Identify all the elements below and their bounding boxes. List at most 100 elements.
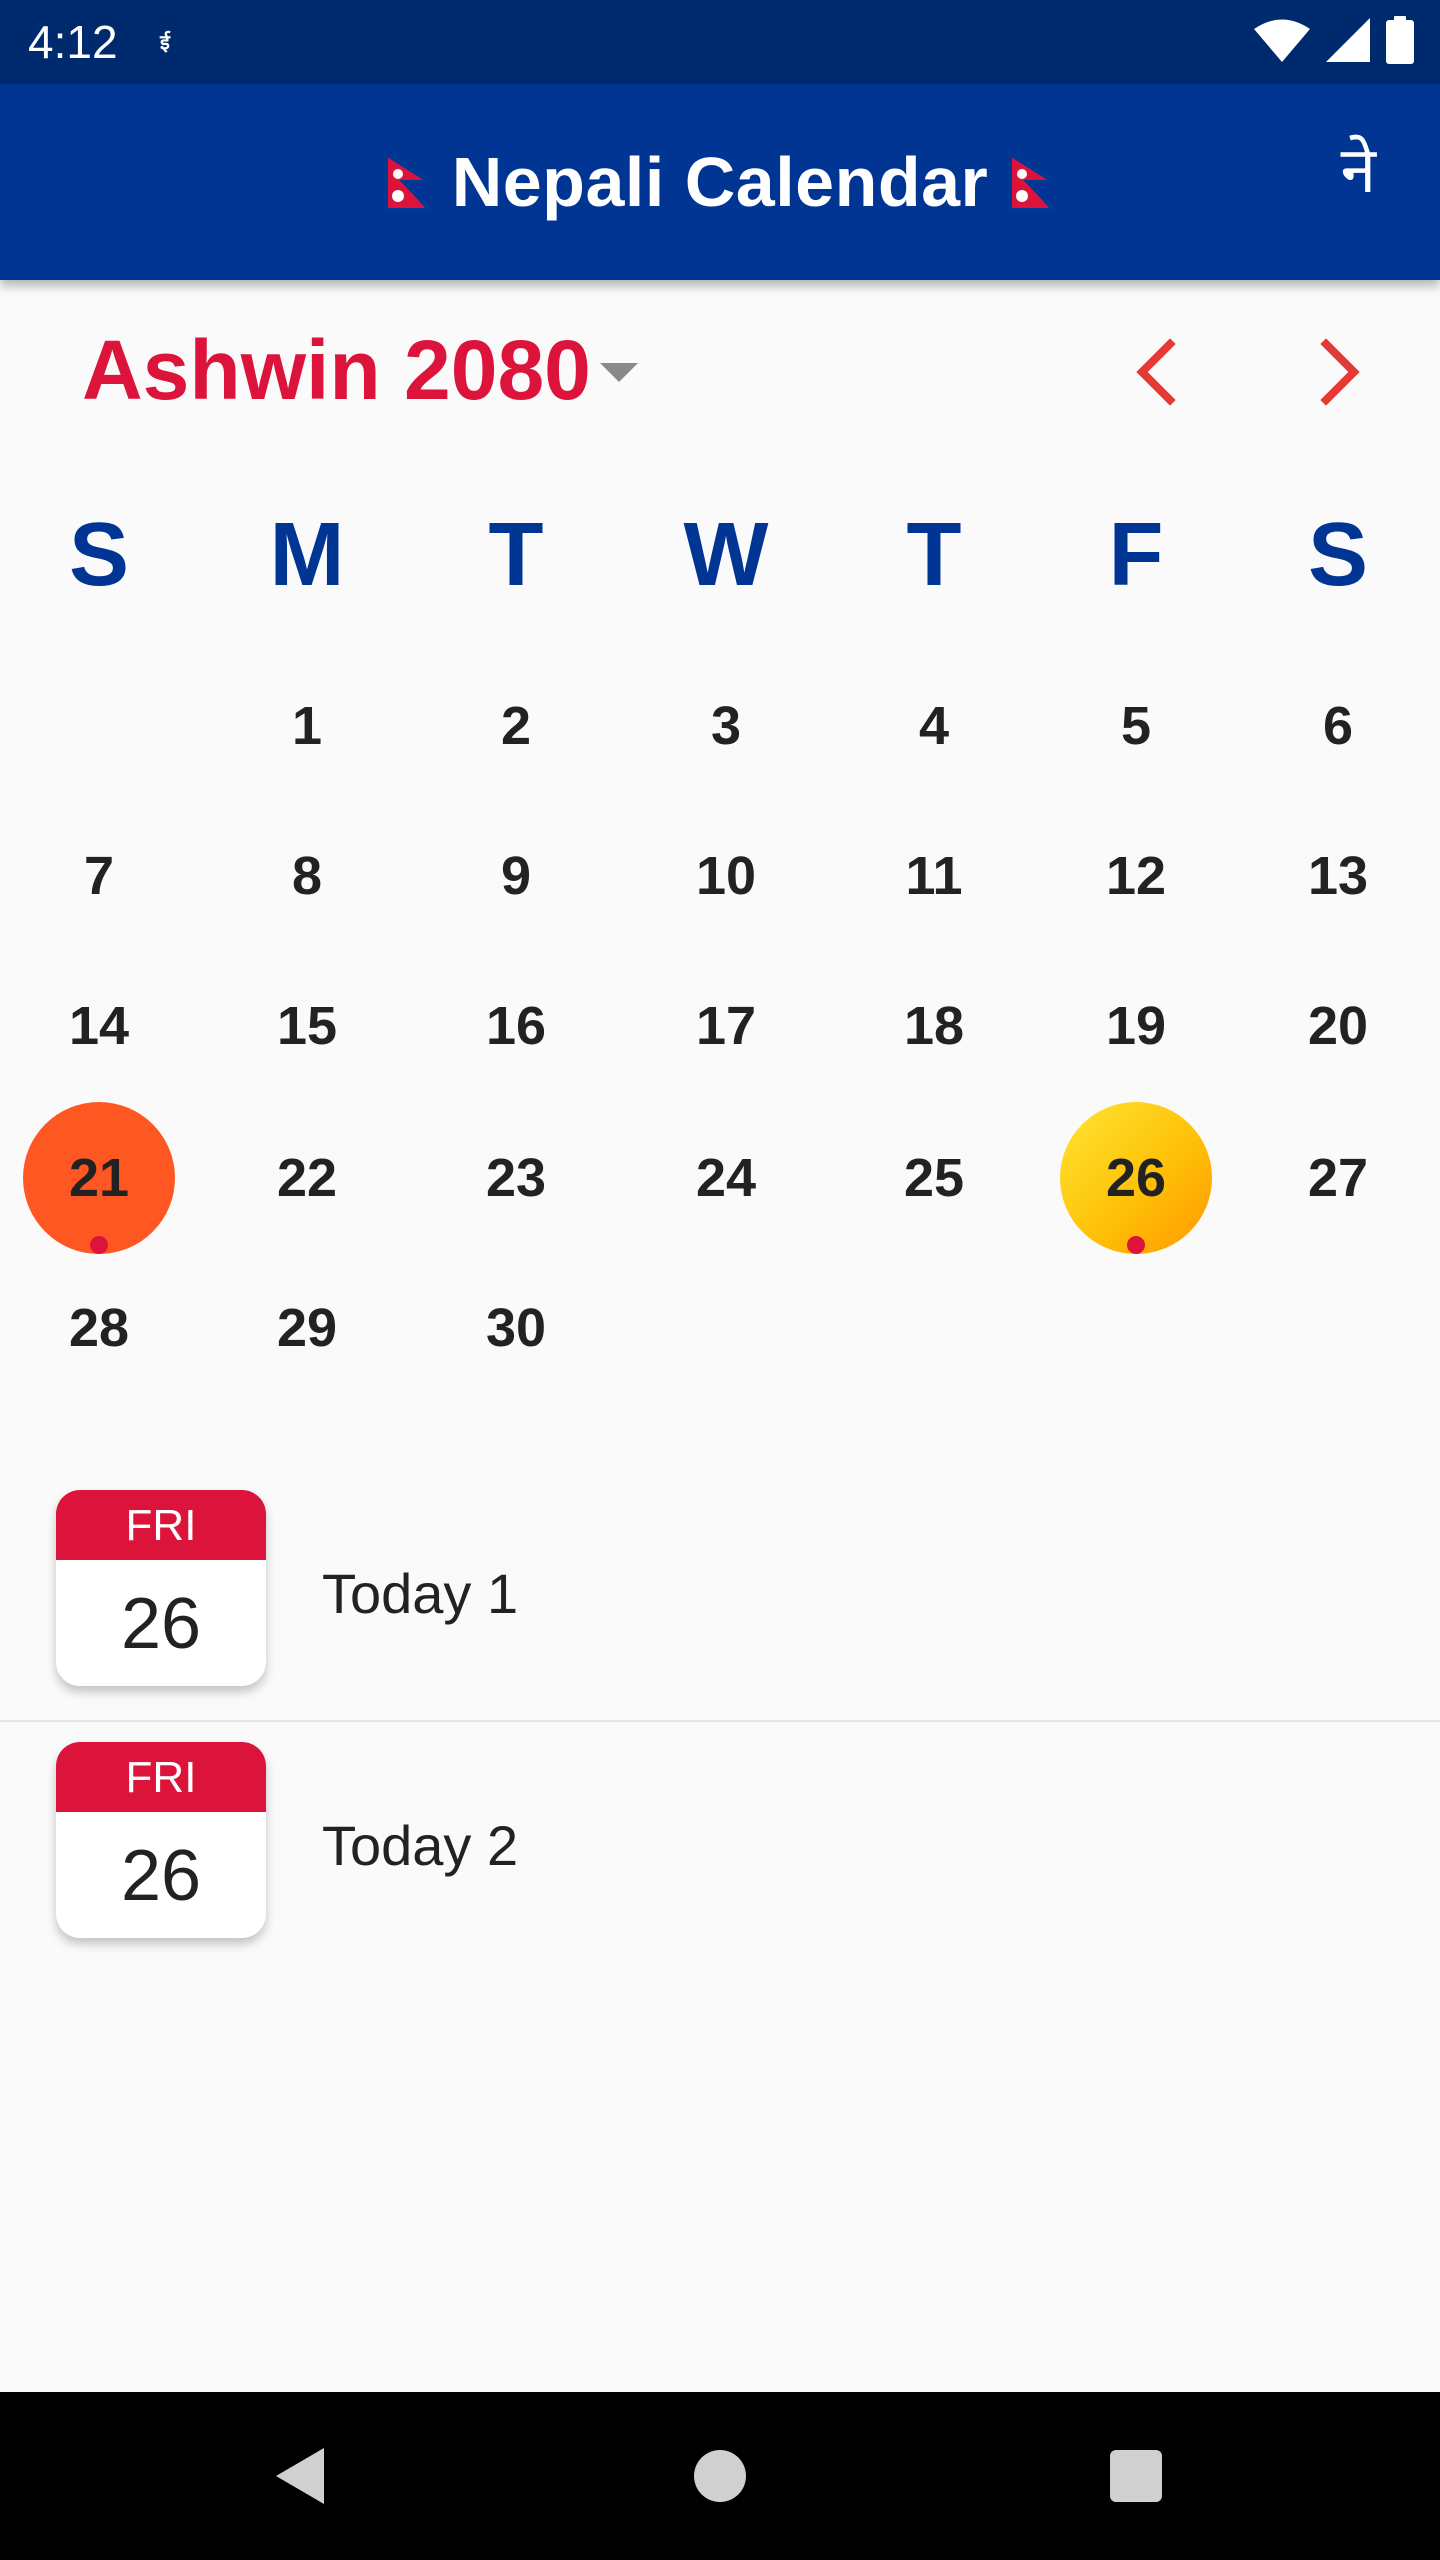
event-list-item[interactable]: FRI 26 Today 1 (0, 1470, 1440, 1722)
calendar-day[interactable]: 9 (440, 800, 592, 952)
nepal-flag-icon (383, 152, 434, 212)
calendar-day[interactable]: 27 (1262, 1102, 1414, 1254)
calendar-day-number: 24 (695, 1148, 757, 1208)
calendar-day-number: 5 (1120, 696, 1152, 756)
calendar-day[interactable]: 5 (1060, 650, 1212, 802)
calendar-day[interactable]: 16 (440, 950, 592, 1102)
month-header: Ashwin 2080 (0, 280, 1440, 460)
calendar-day[interactable]: 1 (231, 650, 383, 802)
calendar-day-number: 23 (485, 1148, 547, 1208)
event-date-badge: FRI 26 (56, 1490, 266, 1686)
calendar-day-number: 2 (500, 696, 532, 756)
calendar-day-number: 19 (1105, 996, 1167, 1056)
calendar-day-selected[interactable]: 26 (1060, 1102, 1212, 1254)
calendar-day[interactable]: 10 (650, 800, 802, 952)
calendar-day[interactable]: 7 (23, 800, 175, 952)
calendar-day-today[interactable]: 21 (23, 1102, 175, 1254)
status-bar: 4:12 ई (0, 0, 1440, 84)
calendar-day-number: 14 (68, 996, 130, 1056)
nepal-flag-icon (1008, 152, 1059, 212)
chevron-right-icon (1320, 338, 1360, 406)
calendar-day[interactable]: 28 (23, 1252, 175, 1404)
calendar-day[interactable]: 4 (858, 650, 1010, 802)
calendar-day[interactable]: 6 (1262, 650, 1414, 802)
weekday-label: F (1108, 505, 1164, 605)
notification-app-icon: ई (160, 32, 170, 54)
calendar-day-number: 3 (710, 696, 742, 756)
calendar-day[interactable]: 29 (231, 1252, 383, 1404)
calendar-day-number: 10 (695, 846, 757, 906)
weekday-header: S M T W T F S (0, 500, 1440, 610)
weekday-label: S (68, 505, 130, 605)
event-list-item[interactable]: FRI 26 Today 2 (0, 1722, 1440, 1974)
home-icon (694, 2450, 746, 2502)
calendar-day[interactable]: 3 (650, 650, 802, 802)
calendar-day-number: 16 (485, 996, 547, 1056)
app-title-group: Nepali Calendar (0, 84, 1440, 280)
app-title: Nepali Calendar (451, 143, 989, 221)
weekday-label: T (906, 505, 962, 605)
calendar-day[interactable]: 25 (858, 1102, 1010, 1254)
calendar-day-number: 25 (903, 1148, 965, 1208)
wifi-icon (1254, 18, 1310, 67)
weekday-label: W (683, 505, 769, 605)
calendar-day[interactable]: 12 (1060, 800, 1212, 952)
calendar-day[interactable]: 18 (858, 950, 1010, 1102)
home-button[interactable] (680, 2436, 760, 2516)
calendar-day[interactable]: 23 (440, 1102, 592, 1254)
calendar-day-number: 11 (905, 846, 963, 906)
calendar-day-number: 30 (485, 1298, 547, 1358)
calendar-day[interactable]: 2 (440, 650, 592, 802)
back-button[interactable] (260, 2436, 340, 2516)
event-indicator-dot (1127, 1236, 1145, 1254)
calendar-grid: 1 2 3 4 5 6 7 8 9 10 11 12 13 14 15 16 17 18 19 20 21 22 23 24 2… (0, 650, 1440, 1410)
language-toggle-button[interactable]: ने (1340, 124, 1376, 211)
calendar-day-number: 12 (1105, 846, 1167, 906)
month-year-label[interactable]: Ashwin 2080 (82, 322, 591, 419)
calendar-day[interactable]: 14 (23, 950, 175, 1102)
calendar-day-number: 6 (1322, 696, 1354, 756)
calendar-day[interactable]: 8 (231, 800, 383, 952)
recents-button[interactable] (1096, 2436, 1176, 2516)
calendar-day[interactable]: 15 (231, 950, 383, 1102)
weekday-label: T (488, 505, 544, 605)
calendar-day-number: 28 (68, 1298, 130, 1358)
event-weekday: FRI (56, 1490, 266, 1560)
calendar-day[interactable]: 11 (858, 800, 1010, 952)
event-title: Today 2 (322, 1814, 519, 1877)
signal-icon (1326, 17, 1370, 67)
calendar-day-number: 9 (500, 846, 532, 906)
arrow-drop-down-icon[interactable] (600, 363, 638, 382)
status-time: 4:12 (28, 16, 118, 68)
calendar-day-number: 20 (1307, 996, 1369, 1056)
calendar-day[interactable]: 22 (231, 1102, 383, 1254)
calendar-day-number: 17 (695, 996, 757, 1056)
calendar-day-number: 27 (1307, 1148, 1369, 1208)
calendar-day[interactable]: 24 (650, 1102, 802, 1254)
calendar-day-number: 4 (918, 696, 950, 756)
calendar-day-number: 26 (1105, 1148, 1167, 1208)
status-icons (1254, 15, 1414, 69)
next-month-button[interactable] (1298, 332, 1378, 412)
app-bar: Nepali Calendar ने (0, 84, 1440, 280)
calendar-day[interactable]: 19 (1060, 950, 1212, 1102)
calendar-day-number: 29 (276, 1298, 338, 1358)
previous-month-button[interactable] (1118, 332, 1198, 412)
calendar-day[interactable]: 30 (440, 1252, 592, 1404)
event-day: 26 (120, 1584, 202, 1664)
calendar-day-number: 21 (68, 1148, 130, 1208)
event-title: Today 1 (322, 1562, 519, 1625)
calendar-day[interactable]: 17 (650, 950, 802, 1102)
event-list: FRI 26 Today 1 FRI 26 Today 2 (0, 1470, 1440, 1974)
event-weekday: FRI (56, 1742, 266, 1812)
calendar-day-number: 18 (903, 996, 965, 1056)
event-date-badge: FRI 26 (56, 1742, 266, 1938)
weekday-label: S (1307, 505, 1369, 605)
calendar-day[interactable]: 20 (1262, 950, 1414, 1102)
calendar-day-number: 15 (276, 996, 338, 1056)
battery-icon (1386, 15, 1414, 69)
recents-icon (1110, 2450, 1162, 2502)
calendar-day-number: 7 (83, 846, 115, 906)
weekday-label: M (269, 505, 345, 605)
calendar-day[interactable]: 13 (1262, 800, 1414, 952)
